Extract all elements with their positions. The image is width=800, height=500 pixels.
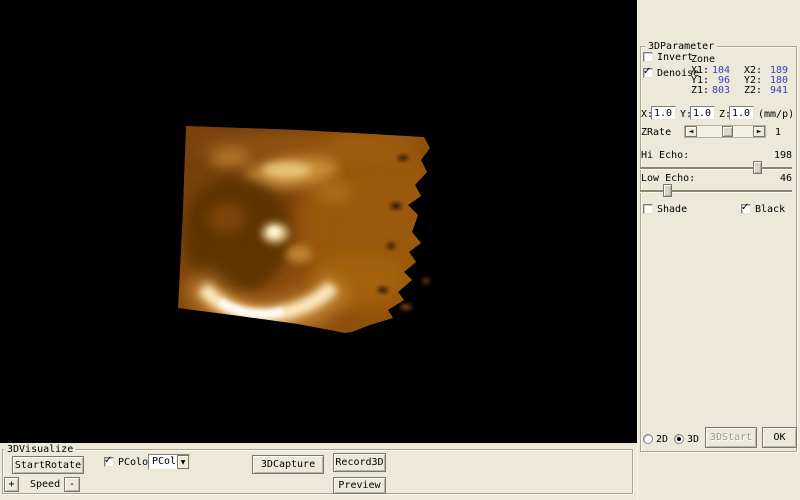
visualize-panel: 3DVisualize StartRotate + Speed - ✓ PCol… — [0, 443, 637, 500]
record3d-button[interactable]: Record3D — [333, 453, 386, 472]
ok-button[interactable]: OK — [762, 427, 797, 448]
z-scale-input[interactable] — [729, 106, 754, 120]
parameter-panel: 3DParameter ✓ Invert ✓ Denoise Zone X1: … — [637, 0, 800, 500]
ultrasound-volume-image — [175, 120, 435, 340]
zrate-left-arrow-icon[interactable]: ◄ — [685, 126, 697, 137]
check-icon: ✓ — [104, 455, 112, 466]
hi-echo-thumb[interactable] — [753, 161, 762, 174]
zrate-label: ZRate — [641, 128, 671, 138]
low-echo-thumb[interactable] — [663, 184, 672, 197]
mode-2d-radio[interactable] — [643, 434, 653, 444]
shade-label: Shade — [657, 205, 687, 215]
hi-echo-track[interactable] — [640, 167, 792, 169]
render-viewport[interactable] — [0, 0, 637, 443]
zrate-track[interactable] — [697, 126, 753, 137]
black-label: Black — [755, 205, 785, 215]
capture3d-button[interactable]: 3DCapture — [252, 455, 324, 474]
low-echo-label: Low Echo: — [641, 174, 695, 184]
low-echo-slider[interactable] — [640, 184, 792, 198]
invert-checkbox[interactable]: ✓ — [643, 52, 653, 62]
zrate-scrollbar[interactable]: ◄ ► — [684, 125, 766, 138]
zrate-right-arrow-icon[interactable]: ► — [753, 126, 765, 137]
dropdown-arrow-icon[interactable]: ▼ — [177, 455, 189, 469]
mode-3d-label: 3D — [687, 435, 699, 445]
invert-label: Invert — [657, 53, 693, 63]
radio-dot-icon — [677, 437, 681, 441]
start-rotate-button[interactable]: StartRotate — [12, 456, 84, 474]
speed-minus-button[interactable]: - — [64, 477, 80, 492]
mode-2d-label: 2D — [656, 435, 668, 445]
low-echo-value: 46 — [774, 174, 792, 184]
zrate-value: 1 — [775, 128, 781, 138]
x-scale-input[interactable] — [651, 106, 676, 120]
zone-label: Zone — [691, 55, 715, 65]
check-icon: ✓ — [643, 66, 651, 77]
zone-z2-label: Z2: — [744, 86, 762, 96]
black-checkbox[interactable]: ✓ — [741, 204, 751, 214]
scale-unit-label: (mm/p) — [758, 110, 794, 120]
speed-plus-button[interactable]: + — [4, 477, 19, 492]
shade-checkbox[interactable]: ✓ — [643, 204, 653, 214]
check-icon: ✓ — [741, 202, 749, 213]
zone-z1-label: Z1: — [691, 86, 709, 96]
zrate-thumb[interactable] — [722, 126, 733, 137]
preview-button[interactable]: Preview — [333, 477, 386, 494]
pcolor-checkbox[interactable]: ✓ — [104, 457, 114, 467]
pcolor-dropdown[interactable]: PColor ▼ — [148, 454, 190, 470]
denoise-checkbox[interactable]: ✓ — [643, 68, 653, 78]
zone-z1-value: 803 — [708, 86, 730, 96]
y-scale-input[interactable] — [690, 106, 715, 120]
speed-label: Speed — [30, 480, 60, 490]
start3d-button[interactable]: 3DStart — [705, 427, 757, 448]
mode-3d-radio[interactable] — [674, 434, 684, 444]
parameter-group-label: 3DParameter — [645, 41, 717, 52]
visualize-group-label: 3DVisualize — [4, 444, 76, 455]
hi-echo-label: Hi Echo: — [641, 151, 689, 161]
hi-echo-value: 198 — [774, 151, 792, 161]
zone-z2-value: 941 — [766, 86, 788, 96]
